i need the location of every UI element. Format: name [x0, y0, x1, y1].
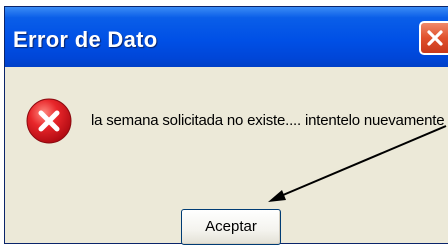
close-icon [427, 30, 443, 46]
dialog-title-bar[interactable]: Error de Dato [5, 7, 448, 67]
dialog-body: la semana solicitada no existe.... inten… [5, 67, 448, 245]
accept-button[interactable]: Aceptar [181, 209, 281, 245]
error-message: la semana solicitada no existe.... inten… [91, 112, 445, 129]
error-icon [26, 98, 72, 144]
error-dialog: Error de Dato la semana solicitada no ex… [4, 6, 448, 245]
dialog-title: Error de Dato [13, 27, 158, 52]
close-button[interactable] [419, 21, 448, 55]
